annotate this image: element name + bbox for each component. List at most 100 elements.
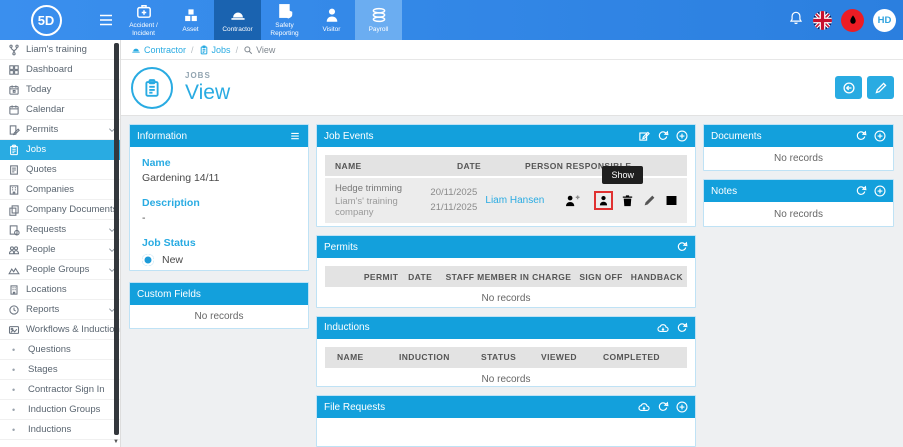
people-icon — [8, 244, 20, 256]
tab-safety-reporting[interactable]: Safety Reporting — [261, 0, 308, 40]
sidebar-item-people-groups[interactable]: People Groups — [0, 260, 120, 280]
columns-button[interactable] — [664, 193, 679, 208]
add-circle-icon[interactable] — [676, 130, 688, 142]
cloud-download-icon[interactable] — [638, 401, 650, 413]
column-header: COMPLETED — [603, 352, 660, 363]
refresh-icon[interactable] — [676, 241, 688, 253]
sidebar-item-locations[interactable]: Locations — [0, 280, 120, 300]
job-event-row: Hedge trimming Liam's' training company … — [325, 166, 687, 223]
name-label: Name — [142, 157, 171, 169]
sidebar-item-label: Jobs — [26, 144, 47, 155]
sidebar-item-workflows-inductions[interactable]: Workflows & Inductions — [0, 320, 120, 340]
breadcrumb-jobs[interactable]: Jobs — [199, 45, 231, 55]
sidebar-item-jobs[interactable]: Jobs — [0, 140, 120, 160]
back-button[interactable] — [835, 76, 862, 99]
sidebar-item-liams-training[interactable]: Liam's training — [0, 40, 120, 60]
breadcrumb-label: Jobs — [211, 44, 231, 55]
job-status-label: Job Status — [142, 237, 196, 249]
tab-payroll[interactable]: Payroll — [355, 0, 402, 40]
sidebar-item-induction-groups[interactable]: Induction Groups — [0, 400, 120, 420]
refresh-icon[interactable] — [657, 401, 669, 413]
panel-title: Documents — [711, 130, 762, 142]
breadcrumb-contractor[interactable]: Contractor — [131, 45, 186, 55]
tab-asset[interactable]: Asset — [167, 0, 214, 40]
refresh-icon[interactable] — [855, 185, 867, 197]
notes-panel: Notes No records — [703, 179, 894, 227]
show-person-button-highlighted[interactable] — [594, 191, 613, 210]
sidebar-toggle-button[interactable] — [92, 0, 120, 40]
flame-icon — [847, 14, 859, 26]
brand-logo[interactable]: 5D — [30, 4, 62, 36]
sidebar-item-permits[interactable]: Permits — [0, 120, 120, 140]
assign-person-button[interactable] — [563, 193, 581, 208]
column-header: PERMIT — [363, 271, 399, 282]
sidebar-item-label: Reports — [26, 304, 60, 315]
logo-wrap[interactable]: 5D — [0, 0, 92, 40]
permits-panel: Permits PERMIT DATE STAFF MEMBER IN CHAR… — [316, 235, 696, 308]
sidebar-item-dashboard[interactable]: Dashboard — [0, 60, 120, 80]
sidebar-item-label: Dashboard — [26, 64, 73, 75]
cloud-download-icon[interactable] — [657, 322, 669, 334]
refresh-icon[interactable] — [657, 130, 669, 142]
permits-table-header: PERMIT DATE STAFF MEMBER IN CHARGE SIGN … — [325, 266, 687, 288]
sidebar-item-inductions[interactable]: Inductions — [0, 420, 120, 440]
alert-button[interactable] — [841, 8, 864, 32]
refresh-icon[interactable] — [855, 130, 867, 142]
sidebar-item-calendar[interactable]: Calendar — [0, 100, 120, 120]
language-flag-button[interactable] — [813, 10, 832, 30]
add-circle-icon[interactable] — [676, 401, 688, 413]
clipboard-icon — [8, 144, 20, 156]
event-company: Liam's' training company — [335, 196, 398, 218]
people-groups-icon — [8, 264, 20, 276]
permit-icon — [8, 124, 20, 136]
sidebar-item-today[interactable]: Today — [0, 80, 120, 100]
sidebar-item-label: Workflows & Inductions — [26, 324, 121, 335]
notifications-button[interactable] — [788, 10, 804, 31]
compose-icon[interactable] — [638, 130, 650, 142]
add-circle-icon[interactable] — [874, 130, 886, 142]
tab-label: Contractor — [222, 25, 253, 33]
sidebar-item-reports[interactable]: Reports — [0, 300, 120, 320]
sidebar-item-people[interactable]: People — [0, 240, 120, 260]
edit-event-button[interactable] — [642, 193, 657, 208]
list-icon[interactable] — [289, 130, 301, 142]
sidebar-item-label: Locations — [26, 284, 67, 295]
workflow-icon — [8, 324, 20, 336]
tab-accident-incident[interactable]: Accident / Incident — [120, 0, 167, 40]
reports-clock-icon — [8, 304, 20, 316]
show-tooltip: Show — [602, 166, 643, 184]
tab-contractor[interactable]: Contractor — [214, 0, 261, 40]
copy-documents-icon — [8, 204, 20, 216]
delete-button[interactable] — [620, 193, 635, 208]
edit-button[interactable] — [867, 76, 894, 99]
status-radio-icon — [142, 254, 154, 266]
hard-hat-icon — [229, 6, 247, 24]
empty-state: No records — [481, 373, 531, 385]
sidebar-item-questions[interactable]: Questions — [0, 340, 120, 360]
sidebar-scrollbar[interactable] — [114, 43, 119, 435]
sidebar-item-stages[interactable]: Stages — [0, 360, 120, 380]
clipboard-icon — [199, 45, 209, 55]
sidebar-item-contractor-sign-in[interactable]: Contractor Sign In — [0, 380, 120, 400]
sidebar-item-company-documents[interactable]: Company Documents — [0, 200, 120, 220]
panel-title: Job Events — [324, 130, 374, 142]
user-avatar[interactable]: HD — [873, 8, 896, 32]
sidebar-item-label: People Groups — [26, 264, 90, 275]
description-label: Description — [142, 197, 200, 209]
person-responsible-link[interactable]: Liam Hansen — [485, 195, 544, 206]
sidebar-item-label: Today — [26, 84, 52, 95]
top-right-actions: HD — [788, 0, 903, 40]
sidebar-item-companies[interactable]: Companies — [0, 180, 120, 200]
empty-state: No records — [481, 293, 531, 305]
event-date-to: 21/11/2025 — [430, 201, 478, 213]
refresh-icon[interactable] — [676, 322, 688, 334]
sidebar-item-quotes[interactable]: Quotes — [0, 160, 120, 180]
hard-hat-icon — [131, 45, 141, 55]
sidebar-item-requests[interactable]: Requests — [0, 220, 120, 240]
scroll-down-arrow-icon[interactable]: ▼ — [112, 436, 120, 447]
panel-title: Permits — [324, 241, 358, 253]
pencil-icon — [642, 193, 657, 208]
tab-visitor[interactable]: Visitor — [308, 0, 355, 40]
file-requests-panel: File Requests — [316, 395, 696, 447]
add-circle-icon[interactable] — [874, 185, 886, 197]
